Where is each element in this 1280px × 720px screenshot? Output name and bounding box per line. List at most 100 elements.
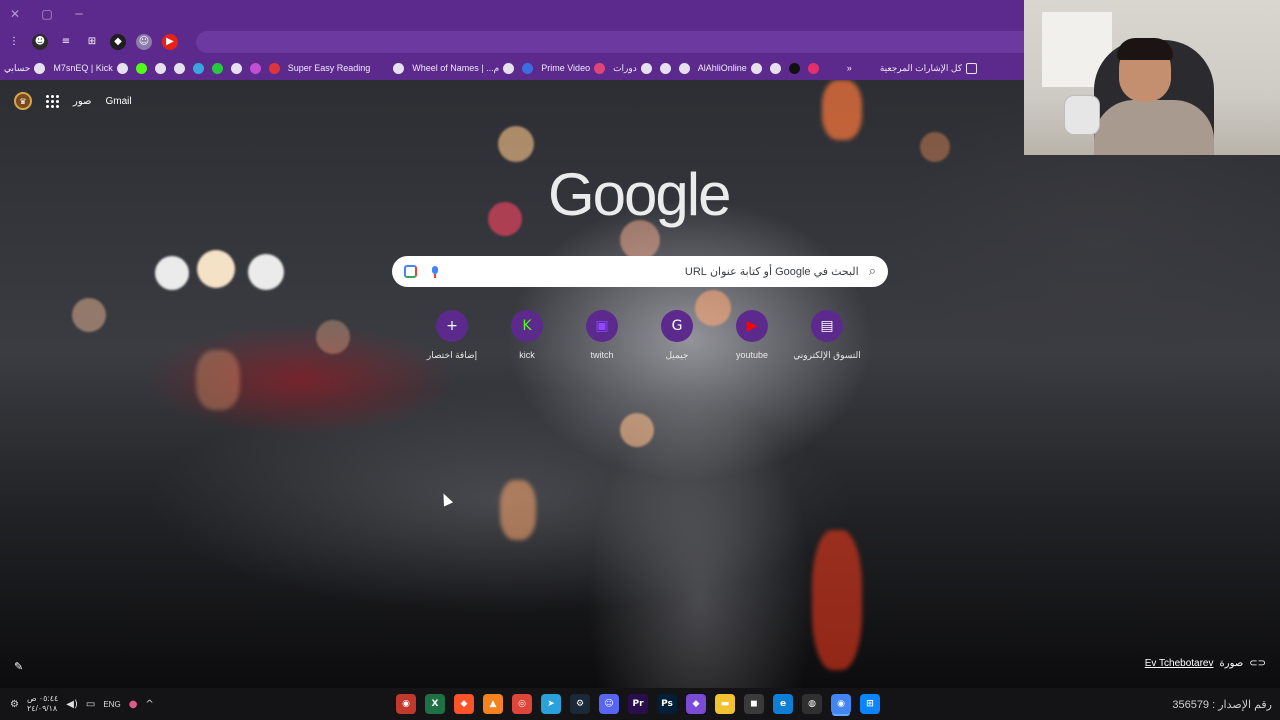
bookmark-item[interactable] (393, 62, 405, 74)
menu-kebab-icon[interactable]: ⋮ (6, 33, 22, 50)
steam-icon[interactable]: ⚙ (570, 694, 590, 714)
minimize-window-icon[interactable]: ─ (72, 7, 86, 21)
search-icon: ⌕ (868, 264, 876, 279)
bookmark-favicon-icon (34, 62, 46, 74)
bookmark-item[interactable] (135, 62, 147, 74)
photo-attribution[interactable]: Ev Tchebotarev صورة ⊂⊃ (1145, 658, 1266, 669)
microphone-icon[interactable]: ● (129, 699, 138, 710)
bookmark-item[interactable] (678, 62, 690, 74)
edge-icon[interactable]: e (773, 694, 793, 714)
bookmark-item[interactable] (230, 62, 242, 74)
bookmark-item[interactable] (249, 62, 261, 74)
bookmark-item[interactable]: Super Easy Reading (288, 62, 386, 74)
extension-diamond-icon[interactable]: ◆ (110, 33, 126, 50)
photoshop-icon[interactable]: Ps (657, 694, 677, 714)
bookmark-favicon-icon (594, 62, 606, 74)
shortcut-title: التسوق الإلكتروني (793, 350, 861, 360)
all-bookmarks-label: كل الإشارات المرجعية (879, 62, 963, 73)
google-logo: Google (548, 161, 731, 228)
shortcut-tile[interactable]: ▣ twitch (570, 310, 634, 361)
add-shortcut-icon: + (436, 310, 468, 342)
shortcut-tile[interactable]: G جيميل (645, 310, 709, 361)
shortcut-tile[interactable]: ▶ youtube (720, 310, 784, 361)
bookmark-item[interactable] (154, 62, 166, 74)
shortcut-title: إضافة اختصار (426, 350, 478, 360)
profile-extension-icon[interactable]: ☻ (32, 33, 48, 50)
attribution-photo-label: صورة (1219, 658, 1244, 669)
attribution-author[interactable]: Ev Tchebotarev (1145, 658, 1214, 669)
clock[interactable]: ٠٥:٤٤ ص ٢٤/٠٩/١٨ (27, 694, 58, 714)
excel-icon[interactable]: X (425, 694, 445, 714)
all-bookmarks-button[interactable]: كل الإشارات المرجعية (879, 62, 978, 74)
language-indicator[interactable]: ENG (103, 700, 120, 709)
bookmark-favicon-icon (788, 62, 800, 74)
bookmark-favicon-icon (678, 62, 690, 74)
bookmark-item[interactable] (173, 62, 185, 74)
telegram-icon[interactable]: ➤ (541, 694, 561, 714)
bookmark-item[interactable]: M7snEQ | Kick (53, 62, 128, 74)
chrome-icon[interactable]: ◉ (831, 694, 851, 714)
bookmark-item[interactable]: دورات (613, 62, 652, 74)
app-red-icon[interactable]: ◎ (512, 694, 532, 714)
obs-icon[interactable]: ◍ (802, 694, 822, 714)
bookmarks-bar: كل الإشارات المرجعية » حسابي M7snEQ | Kic… (0, 56, 1024, 80)
volume-icon[interactable]: ◀) (66, 699, 78, 710)
bookmarks-overflow-button[interactable]: » (847, 63, 852, 73)
bookmark-favicon-icon (750, 62, 762, 74)
bookmark-item[interactable]: Wheel of Names | ...م (412, 62, 515, 74)
twitch-icon: ▣ (586, 310, 618, 342)
windows-icon[interactable]: ⊞ (860, 694, 880, 714)
google-apps-icon[interactable] (46, 94, 59, 108)
search-box[interactable]: البحث في Google أو كتابة عنوان URL ⌕ (392, 256, 888, 287)
shortcut-title: youtube (735, 350, 769, 360)
bookmark-item[interactable] (522, 62, 534, 74)
shortcut-title: kick (519, 350, 535, 360)
bookmark-label: Wheel of Names | ...م (412, 62, 500, 73)
shortcut-tile[interactable]: Kkick (495, 310, 559, 361)
bookmark-item[interactable] (788, 62, 800, 74)
settings-icon[interactable]: ⚙ (10, 699, 19, 710)
bookmark-item[interactable] (659, 62, 671, 74)
address-bar[interactable] (196, 30, 1024, 53)
extensions-puzzle-icon[interactable]: ⊞ (84, 33, 100, 50)
vlc-icon[interactable]: ▲ (483, 694, 503, 714)
bookmark-item[interactable]: حسابي (4, 62, 46, 74)
shortcut-tile[interactable]: + إضافة اختصار (420, 310, 484, 361)
ntp-header: ♛ صور Gmail (14, 92, 132, 110)
bookmark-label: حسابي (4, 62, 31, 73)
shortcut-tile[interactable]: ▤ التسوق الإلكتروني (793, 310, 861, 361)
video-editor-icon[interactable]: ◆ (686, 694, 706, 714)
mic-recorder-icon[interactable]: ◉ (396, 694, 416, 714)
images-link[interactable]: صور (73, 96, 92, 107)
extension-face-icon[interactable]: ☺ (136, 33, 152, 50)
bookmark-item[interactable] (192, 62, 204, 74)
customize-pencil-icon[interactable]: ✎ (14, 660, 23, 673)
youtube-extension-icon[interactable]: ▶ (162, 33, 178, 50)
store-icon[interactable]: ◼ (744, 694, 764, 714)
premiere-icon[interactable]: Pr (628, 694, 648, 714)
google-lens-icon[interactable] (404, 265, 417, 278)
bookmark-item[interactable] (807, 62, 819, 74)
file-explorer-icon[interactable]: ▬ (715, 694, 735, 714)
gmail-link[interactable]: Gmail (106, 96, 132, 107)
bookmark-item[interactable]: Prime Video (541, 62, 606, 74)
voice-search-icon[interactable] (431, 265, 439, 278)
discord-icon[interactable]: ☺ (599, 694, 619, 714)
brave-icon[interactable]: ◆ (454, 694, 474, 714)
bookmark-item[interactable] (769, 62, 781, 74)
media-control-icon[interactable]: ≡ (58, 33, 74, 50)
bookmark-item[interactable] (268, 62, 280, 74)
bookmark-item[interactable] (211, 62, 223, 74)
clock-time: ٠٥:٤٤ ص (26, 694, 59, 703)
search-input[interactable]: البحث في Google أو كتابة عنوان URL (439, 265, 869, 278)
bookmark-favicon-icon (268, 62, 280, 74)
title-bar: ✕ ▢ ─ (0, 0, 1024, 27)
network-icon[interactable]: ▭ (86, 699, 95, 710)
bookmark-label: Prime Video (541, 63, 591, 73)
maximize-window-icon[interactable]: ▢ (40, 7, 54, 21)
avatar[interactable]: ♛ (14, 92, 32, 110)
chevron-up-icon[interactable]: ^ (145, 699, 153, 710)
bookmark-item[interactable]: AlAhliOnline (698, 62, 762, 74)
close-window-icon[interactable]: ✕ (8, 7, 22, 21)
bookmark-favicon-icon (230, 62, 242, 74)
